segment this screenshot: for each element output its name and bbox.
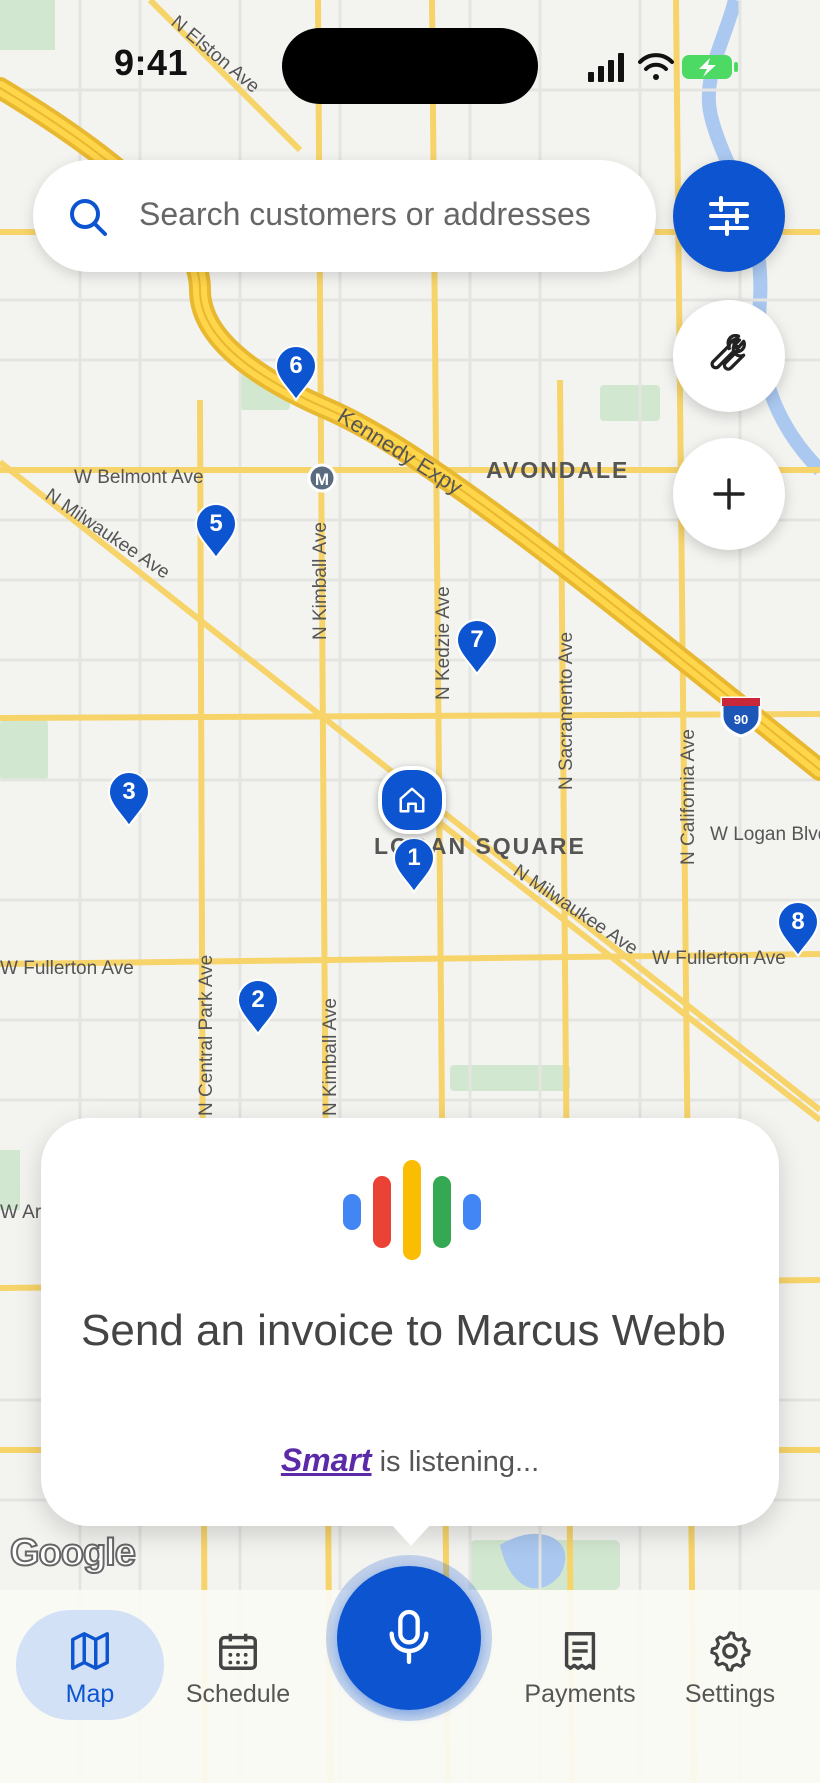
map-pin-6[interactable]: 6 <box>274 344 318 402</box>
search-icon <box>70 199 107 236</box>
voice-assistant-card: Send an invoice to Marcus Webb Smart is … <box>41 1118 779 1526</box>
map-pin-7[interactable]: 7 <box>455 618 499 676</box>
calendar-icon <box>219 1633 257 1670</box>
dynamic-island <box>282 28 538 104</box>
receipt-icon <box>564 1632 596 1670</box>
smart-brand-logo: Smart <box>280 1442 372 1478</box>
street-label-fullerton-right: W Fullerton Ave <box>652 948 786 969</box>
nav-settings[interactable]: Settings <box>656 1610 804 1720</box>
map-pin-8[interactable]: 8 <box>776 900 820 958</box>
street-label-california: N California Ave <box>678 729 699 865</box>
search-bar[interactable]: Search customers or addresses <box>33 160 656 272</box>
nav-schedule[interactable]: Schedule <box>164 1610 312 1720</box>
status-time: 9:41 <box>114 42 189 83</box>
pin-number: 6 <box>289 352 303 379</box>
voice-transcript: Send an invoice to Marcus Webb <box>81 1306 726 1355</box>
nav-payments[interactable]: Payments <box>506 1610 654 1720</box>
pin-number: 2 <box>251 986 265 1013</box>
voice-waveform-icon <box>343 1160 483 1260</box>
nav-schedule-label: Schedule <box>185 1680 291 1708</box>
interstate-shield-icon: 90 <box>720 696 762 738</box>
status-icons <box>588 53 738 82</box>
svg-text:90: 90 <box>734 712 748 727</box>
sliders-icon <box>709 196 749 236</box>
metro-station-icon: M <box>307 463 337 493</box>
street-label-kedzie: N Kedzie Ave <box>433 586 454 700</box>
wrench-icon <box>710 334 746 371</box>
home-location-marker[interactable] <box>378 766 446 834</box>
street-label-kimball: N Kimball Ave <box>310 522 331 640</box>
street-label-logan-blvd: W Logan Blvd <box>710 824 820 845</box>
pin-number: 8 <box>791 908 805 935</box>
map-pin-1[interactable]: 1 <box>392 836 436 894</box>
status-bar: 9:41 <box>0 0 820 130</box>
street-label-sacramento: N Sacramento Ave <box>556 632 577 790</box>
microphone-icon <box>389 1609 429 1665</box>
battery-charging-icon <box>682 55 738 79</box>
svg-text:M: M <box>315 470 329 489</box>
pin-number: 7 <box>470 626 484 653</box>
filter-button[interactable] <box>673 160 785 272</box>
street-label-central-park: N Central Park Ave <box>196 955 217 1116</box>
nav-map[interactable]: Map <box>16 1610 164 1720</box>
neighborhood-avondale: AVONDALE <box>486 457 629 483</box>
home-icon <box>399 787 425 813</box>
pin-number: 3 <box>122 778 136 805</box>
voice-mic-button[interactable] <box>337 1566 481 1710</box>
wifi-icon <box>638 53 674 80</box>
plus-icon <box>713 478 745 510</box>
listening-text: is listening... <box>379 1446 540 1478</box>
search-input[interactable]: Search customers or addresses <box>139 196 591 233</box>
listening-status: Smart is listening... <box>41 1442 779 1479</box>
gear-icon <box>710 1631 751 1672</box>
street-label-belmont: W Belmont Ave <box>74 467 204 488</box>
map-pin-2[interactable]: 2 <box>236 978 280 1036</box>
pin-number: 5 <box>209 510 223 537</box>
add-button[interactable] <box>673 438 785 550</box>
google-attribution: Google <box>9 1531 137 1575</box>
map-pin-3[interactable]: 3 <box>107 770 151 828</box>
map-pin-5[interactable]: 5 <box>194 502 238 560</box>
street-label-kimball-south: N Kimball Ave <box>320 998 341 1116</box>
nav-map-label: Map <box>65 1680 115 1708</box>
map-icon <box>71 1632 109 1670</box>
tools-button[interactable] <box>673 300 785 412</box>
nav-payments-label: Payments <box>524 1680 636 1708</box>
signal-icon <box>588 53 624 82</box>
nav-settings-label: Settings <box>684 1680 776 1708</box>
pin-number: 1 <box>407 844 421 871</box>
card-pointer <box>391 1524 431 1546</box>
street-label-fullerton: W Fullerton Ave <box>0 958 134 979</box>
